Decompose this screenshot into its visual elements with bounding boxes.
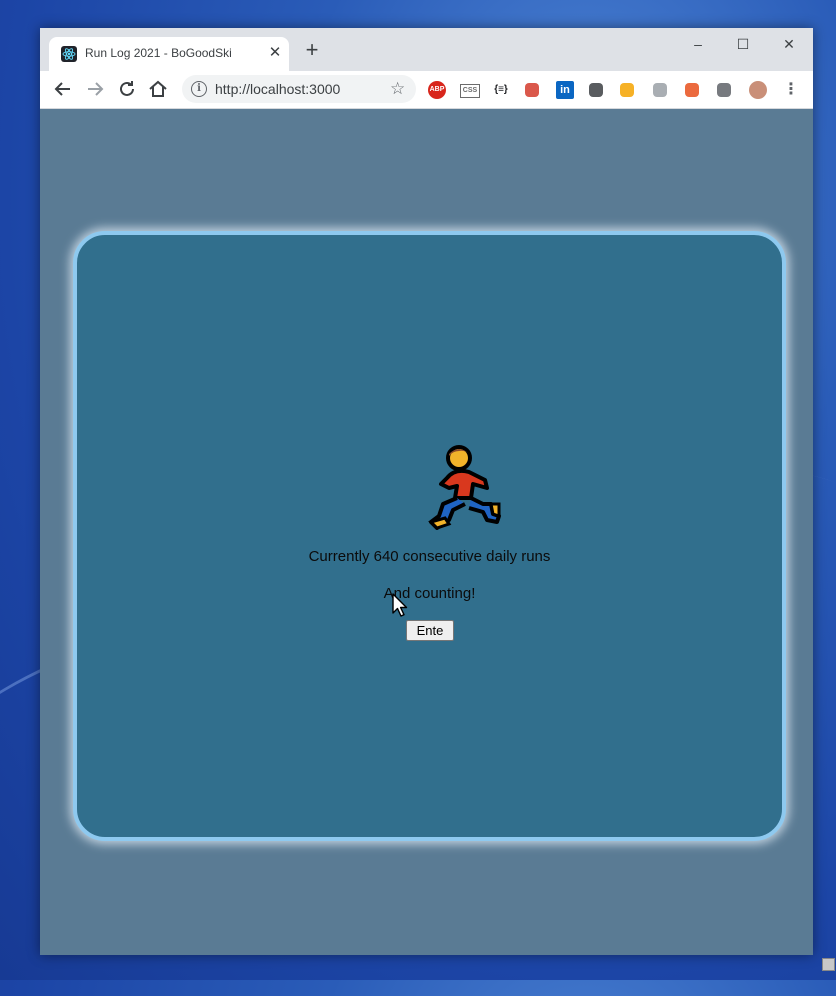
arc-extension-icon[interactable]: [620, 83, 634, 97]
home-icon[interactable]: [146, 77, 170, 101]
puzzle-extensions-icon[interactable]: [717, 83, 731, 97]
linkedin-icon[interactable]: in: [556, 81, 574, 99]
profile-avatar[interactable]: [749, 81, 767, 99]
maximize-button[interactable]: ☐: [729, 32, 757, 56]
back-arrow-icon[interactable]: [51, 77, 75, 101]
css-viewer-icon[interactable]: CSS: [460, 84, 480, 98]
browser-toolbar: i http://localhost:3000 ☆ ABP CSS {≡} in ⋮: [40, 71, 813, 109]
adblock-plus-icon[interactable]: ABP: [428, 81, 446, 99]
close-window-button[interactable]: ✕: [775, 32, 803, 56]
taskbar-tray-icon[interactable]: [822, 958, 835, 971]
minimize-button[interactable]: –: [684, 32, 712, 56]
tab-close-icon[interactable]: ✕: [267, 45, 283, 61]
app-background: Currently 640 consecutive daily runs And…: [40, 109, 813, 955]
enter-button[interactable]: Ente: [406, 620, 454, 641]
url-text[interactable]: http://localhost:3000: [215, 81, 340, 97]
dark-mode-icon[interactable]: [589, 83, 603, 97]
person-running-icon: [425, 442, 503, 530]
and-counting-text: And counting!: [383, 585, 476, 602]
site-info-icon[interactable]: i: [191, 81, 207, 97]
reload-icon[interactable]: [115, 77, 139, 101]
bookmark-star-icon[interactable]: ☆: [390, 79, 405, 99]
fire-extension-icon[interactable]: [685, 83, 699, 97]
browser-tab[interactable]: Run Log 2021 - BoGoodSki ✕: [49, 37, 289, 71]
run-counter-card: Currently 640 consecutive daily runs And…: [73, 231, 786, 841]
react-favicon-icon: [61, 46, 77, 62]
timer-extension-icon[interactable]: [653, 83, 667, 97]
consecutive-runs-text: Currently 640 consecutive daily runs: [308, 548, 551, 565]
json-formatter-icon[interactable]: {≡}: [492, 81, 510, 99]
tab-strip: Run Log 2021 - BoGoodSki ✕ + – ☐ ✕: [40, 28, 813, 71]
new-tab-button[interactable]: +: [302, 39, 322, 61]
address-bar[interactable]: i http://localhost:3000 ☆: [182, 75, 416, 103]
kebab-menu-icon[interactable]: ⋮: [782, 81, 800, 99]
red-extension-icon[interactable]: [525, 83, 539, 97]
browser-window: Run Log 2021 - BoGoodSki ✕ + – ☐ ✕ i htt…: [40, 28, 813, 955]
mouse-cursor-icon: [392, 593, 408, 617]
forward-arrow-icon[interactable]: [83, 77, 107, 101]
tab-title: Run Log 2021 - BoGoodSki: [85, 46, 232, 60]
